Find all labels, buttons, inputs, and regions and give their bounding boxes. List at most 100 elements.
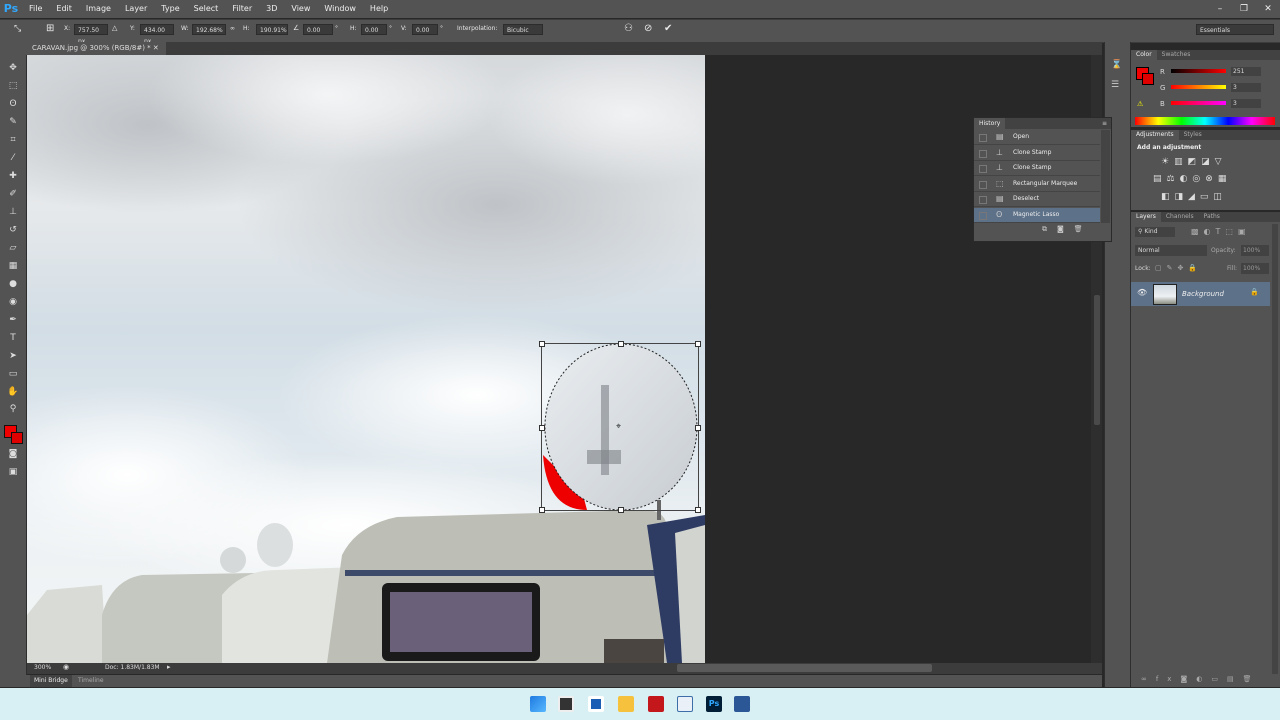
layers-scrollbar[interactable] [1272, 224, 1278, 674]
tab-timeline[interactable]: Timeline [78, 675, 104, 687]
zoom-level[interactable]: 300% [34, 664, 51, 671]
menu-select[interactable]: Select [187, 0, 226, 18]
history-item[interactable]: ▤ Deselect [974, 192, 1100, 207]
workspace-select[interactable]: Essentials [1196, 24, 1274, 35]
background-color-swatch[interactable] [1142, 73, 1154, 85]
word-icon[interactable] [734, 696, 750, 712]
vertical-scroll-thumb[interactable] [1094, 295, 1100, 425]
screen-mode-icon[interactable]: ▣ [6, 466, 20, 478]
status-menu-icon[interactable]: ◉ [63, 663, 69, 671]
color-spectrum[interactable] [1135, 117, 1275, 125]
pivot-point-icon[interactable]: ⌖ [616, 423, 621, 432]
history-snapshot-checkbox[interactable] [979, 211, 987, 220]
start-menu-icon[interactable] [530, 696, 546, 712]
properties-panel-icon[interactable]: ☰ [1111, 80, 1119, 90]
resize-handle[interactable] [695, 507, 701, 513]
eyedropper-tool-icon[interactable]: ⁄ [6, 152, 20, 164]
menu-filter[interactable]: Filter [225, 0, 259, 18]
menu-3d[interactable]: 3D [259, 0, 284, 18]
menu-edit[interactable]: Edit [49, 0, 79, 18]
move-tool-icon[interactable]: ✥ [6, 62, 20, 74]
brush-tool-icon[interactable]: ✐ [6, 188, 20, 200]
menu-window[interactable]: Window [317, 0, 363, 18]
history-item[interactable]: ⊥ Clone Stamp [974, 161, 1100, 176]
horizontal-scroll-thumb[interactable] [677, 664, 932, 672]
history-header[interactable]: History ≡ [974, 118, 1111, 129]
close-tab-icon[interactable]: ✕ [153, 44, 159, 52]
dodge-tool-icon[interactable]: ◉ [6, 296, 20, 308]
x-field[interactable]: 757.50 px [74, 24, 108, 45]
cancel-transform-icon[interactable]: ⊘ [644, 23, 652, 34]
resize-handle[interactable] [618, 507, 624, 513]
clone-stamp-tool-icon[interactable]: ⊥ [6, 206, 20, 218]
marquee-tool-icon[interactable]: ⬚ [6, 80, 20, 92]
tab-mini-bridge[interactable]: Mini Bridge [30, 675, 72, 687]
history-panel-icon[interactable]: ⌛ [1111, 60, 1122, 70]
resize-handle[interactable] [539, 425, 545, 431]
menu-help[interactable]: Help [363, 0, 395, 18]
notepad-icon[interactable] [677, 696, 693, 712]
blend-mode-select[interactable]: Normal [1135, 245, 1207, 256]
document-tab[interactable]: CARAVAN.jpg @ 300% (RGB/8#) * ✕ [26, 42, 166, 55]
history-footer-icons[interactable]: ⧉◙🗑 [1042, 225, 1093, 234]
r-field[interactable]: 251 [1231, 67, 1261, 76]
vskew-field[interactable]: 0.00 [412, 24, 438, 35]
type-tool-icon[interactable]: T [6, 332, 20, 344]
tab-channels[interactable]: Channels [1161, 212, 1199, 222]
hand-tool-icon[interactable]: ✋ [6, 386, 20, 398]
menu-view[interactable]: View [284, 0, 317, 18]
tab-layers[interactable]: Layers [1131, 212, 1161, 222]
resize-handle[interactable] [695, 425, 701, 431]
layer-kind-filter[interactable]: ⚲ Kind [1135, 227, 1175, 237]
gradient-tool-icon[interactable]: ▦ [6, 260, 20, 272]
warp-icon[interactable]: ⚇ [624, 23, 633, 34]
tab-paths[interactable]: Paths [1199, 212, 1225, 222]
widgets-icon[interactable] [588, 696, 604, 712]
history-snapshot-checkbox[interactable] [979, 196, 987, 204]
r-slider[interactable] [1171, 69, 1226, 73]
quick-mask-icon[interactable]: ◙ [6, 448, 20, 460]
opacity-field[interactable]: 100% [1241, 245, 1269, 256]
shape-tool-icon[interactable]: ▭ [6, 368, 20, 380]
zoom-tool-icon[interactable]: ⚲ [6, 403, 20, 415]
photoshop-taskbar-icon[interactable]: Ps [706, 696, 722, 712]
quick-select-tool-icon[interactable]: ✎ [6, 116, 20, 128]
height-field[interactable]: 190.91% [256, 24, 288, 35]
adjustment-icons-row-1[interactable]: ☀▥◩◪▽ [1161, 157, 1227, 167]
background-color-swatch[interactable] [11, 432, 23, 444]
g-field[interactable]: 3 [1231, 83, 1261, 92]
filter-icons[interactable]: ▩◐T⬚▣ [1191, 227, 1251, 236]
panel-menu-icon[interactable]: ≡ [1102, 118, 1107, 129]
minimize-button[interactable]: – [1208, 0, 1232, 18]
width-field[interactable]: 192.68% [192, 24, 226, 35]
commit-transform-icon[interactable]: ✔ [664, 23, 672, 34]
hskew-field[interactable]: 0.00 [361, 24, 387, 35]
healing-tool-icon[interactable]: ✚ [6, 170, 20, 182]
history-scrollbar[interactable] [1101, 130, 1110, 223]
fill-field[interactable]: 100% [1241, 263, 1269, 274]
history-item[interactable]: ⊥ Clone Stamp [974, 146, 1100, 161]
resize-handle[interactable] [539, 507, 545, 513]
history-snapshot-checkbox[interactable] [979, 165, 987, 173]
history-snapshot-checkbox[interactable] [979, 180, 987, 189]
layer-footer-icons[interactable]: ∞fx◙◐▭▤🗑 [1141, 675, 1260, 683]
crop-tool-icon[interactable]: ⌗ [6, 134, 20, 146]
adjustment-icons-row-2[interactable]: ▤⚖◐◎⊗▦ [1153, 174, 1231, 184]
b-field[interactable]: 3 [1231, 99, 1261, 108]
pen-tool-icon[interactable]: ✒ [6, 314, 20, 326]
history-item[interactable]: ʘ Magnetic Lasso [974, 207, 1100, 223]
menu-type[interactable]: Type [154, 0, 186, 18]
history-item[interactable]: ⬚ Rectangular Marquee [974, 177, 1100, 192]
eraser-tool-icon[interactable]: ▱ [6, 242, 20, 254]
history-item[interactable]: ▤ Open [974, 130, 1100, 145]
reference-point-icon[interactable]: ⊞ [46, 23, 54, 34]
tab-styles[interactable]: Styles [1179, 130, 1207, 140]
path-selection-tool-icon[interactable]: ➤ [6, 350, 20, 362]
transform-bounding-box[interactable]: ⌖ [539, 341, 701, 513]
history-snapshot-checkbox[interactable] [979, 149, 987, 158]
menu-file[interactable]: File [22, 0, 49, 18]
interpolation-select[interactable]: Bicubic [503, 24, 543, 35]
close-button[interactable]: ✕ [1256, 0, 1280, 18]
history-snapshot-checkbox[interactable] [979, 134, 987, 142]
history-brush-tool-icon[interactable]: ↺ [6, 224, 20, 236]
